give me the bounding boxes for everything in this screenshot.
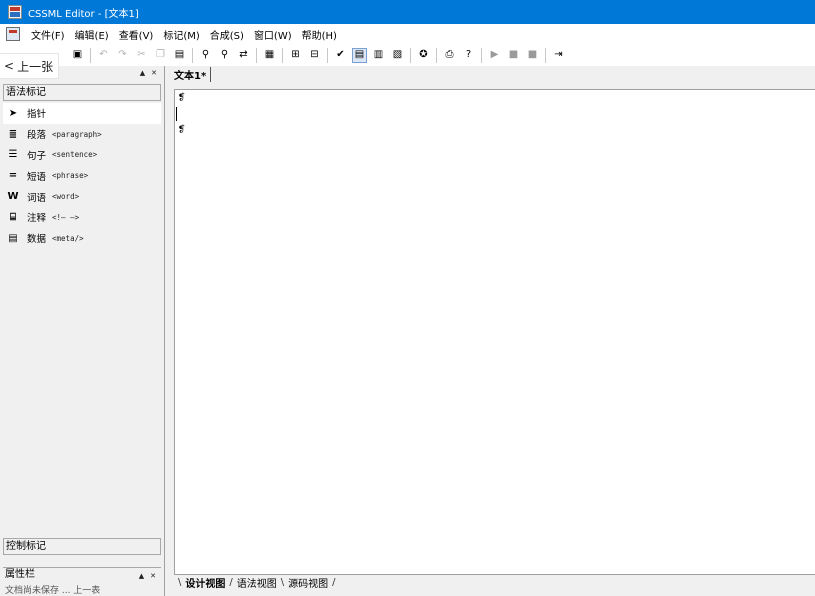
tab-syntax-view[interactable]: 语法视图	[233, 575, 281, 590]
properties-controls: ▲ ✕	[139, 570, 156, 583]
markup-item-tag: <paragraph>	[52, 129, 102, 139]
tab-design-view[interactable]: 设计视图	[181, 575, 229, 590]
insert-tag-icon[interactable]: ⊞	[288, 48, 303, 63]
markup-item-paragraph[interactable]: ≣ 段落 <paragraph>	[3, 124, 161, 145]
toolbar: ▣ ↶ ↷ ✂ ❐ ▤ ⚲ ⚲ ⇄ ▦ ⊞ ⊟ ✔ ▤ ▥ ▧ ✪ ⎙ ? ▶ …	[0, 44, 815, 66]
menu-edit[interactable]: 编辑(E)	[70, 27, 114, 42]
paragraph-start-marker-icon[interactable]: ❡	[176, 92, 187, 103]
menu-help[interactable]: 帮助(H)	[297, 27, 342, 42]
toolbar-separator	[436, 47, 437, 63]
markup-item-label: 指针	[27, 109, 47, 121]
markup-item-meta[interactable]: ▤ 数据 <meta/>	[3, 228, 161, 249]
syntax-view-icon[interactable]: ▥	[371, 48, 386, 63]
properties-header: 属性栏 ▲ ✕	[3, 567, 161, 581]
sentence-icon: ☰	[8, 149, 18, 161]
markup-item-label: 注释	[27, 213, 47, 225]
control-markup-section[interactable]: 控制标记	[3, 538, 161, 555]
menu-markup[interactable]: 标记(M)	[158, 27, 204, 42]
syntax-markup-section[interactable]: 语法标记	[3, 84, 161, 101]
text-caret	[176, 107, 177, 121]
properties-title: 属性栏	[5, 569, 35, 580]
tools-icon[interactable]: ✪	[416, 48, 431, 63]
meta-icon: ▤	[8, 232, 18, 244]
properties-row: 文档尚未保存 ... 上一表	[5, 586, 101, 596]
properties-icon[interactable]: ▦	[262, 48, 277, 63]
markup-item-tag: <meta/>	[52, 233, 84, 243]
markup-panel: ▲ ✕ 语法标记 ➤ 指针 ≣ 段落 <paragraph> ☰ 句子 <sen…	[0, 66, 165, 596]
menu-file[interactable]: 文件(F)	[26, 27, 70, 42]
markup-item-label: 句子	[27, 150, 47, 162]
markup-item-phrase[interactable]: = 短语 <phrase>	[3, 165, 161, 186]
check-syntax-icon[interactable]: ✔	[333, 48, 348, 63]
menu-window[interactable]: 窗口(W)	[249, 27, 297, 42]
paragraph-end-marker-icon[interactable]: ❡	[176, 124, 187, 135]
pointer-icon: ➤	[8, 107, 18, 119]
print-icon[interactable]: ⎙	[442, 48, 457, 63]
tab-source-view[interactable]: 源码视图	[284, 575, 332, 590]
export-icon[interactable]: ⇥	[551, 48, 566, 63]
paste-icon[interactable]: ▤	[172, 48, 187, 63]
panel-close-icon[interactable]: ✕	[151, 69, 157, 77]
toolbar-separator	[90, 47, 91, 63]
chevron-left-icon: <	[4, 59, 15, 73]
document-tab-bar: 文本1*	[168, 66, 815, 82]
markup-list: ➤ 指针 ≣ 段落 <paragraph> ☰ 句子 <sentence> = …	[3, 103, 161, 249]
design-editor[interactable]: ❡ ❡	[174, 89, 815, 574]
toolbar-separator	[282, 47, 283, 63]
document-tab[interactable]: 文本1*	[174, 67, 212, 82]
properties-close-icon[interactable]: ✕	[150, 570, 156, 583]
markup-item-tag: <word>	[52, 192, 80, 202]
menu-bar: 文件(F) 编辑(E) 查看(V) 标记(M) 合成(S) 窗口(W) 帮助(H…	[0, 24, 815, 44]
pause-icon[interactable]: ■	[506, 48, 521, 63]
toolbar-separator	[327, 47, 328, 63]
markup-item-tag: <sentence>	[52, 150, 98, 160]
phrase-icon: =	[8, 170, 18, 182]
window-title: CSSML Editor - [文本1]	[28, 8, 139, 20]
word-icon: W	[7, 191, 19, 203]
template-icon[interactable]: ⊟	[307, 48, 322, 63]
source-view-icon[interactable]: ▧	[390, 48, 405, 63]
toolbar-separator	[256, 47, 257, 63]
undo-icon[interactable]: ↶	[96, 48, 111, 63]
title-bar: CSSML Editor - [文本1]	[0, 0, 815, 24]
previous-label: 上一张	[17, 59, 54, 74]
help-icon[interactable]: ?	[461, 48, 476, 63]
comment-icon: ⌸	[10, 211, 16, 223]
markup-item-label: 词语	[27, 192, 47, 204]
menu-synthesis[interactable]: 合成(S)	[205, 27, 249, 42]
replace-icon[interactable]: ⇄	[236, 48, 251, 63]
find-next-icon[interactable]: ⚲	[217, 48, 232, 63]
toolbar-separator	[192, 47, 193, 63]
panel-collapse-icon[interactable]: ▲	[140, 69, 145, 77]
redo-icon[interactable]: ↷	[115, 48, 130, 63]
markup-item-tag: <!— —>	[52, 212, 80, 222]
previous-button[interactable]: < 上一张	[0, 54, 58, 78]
markup-item-pointer[interactable]: ➤ 指针	[3, 103, 161, 124]
markup-item-label: 短语	[27, 171, 47, 183]
paragraph-icon: ≣	[8, 128, 18, 140]
find-icon[interactable]: ⚲	[198, 48, 213, 63]
save-all-icon[interactable]: ▣	[70, 48, 85, 63]
markup-item-comment[interactable]: ⌸ 注释 <!— —>	[3, 207, 161, 228]
design-view-icon[interactable]: ▤	[352, 47, 367, 63]
toolbar-separator	[545, 47, 546, 63]
menu-view[interactable]: 查看(V)	[114, 27, 159, 42]
markup-item-word[interactable]: W 词语 <word>	[3, 186, 161, 207]
markup-item-tag: <phrase>	[52, 171, 89, 181]
view-tabs: \ 设计视图 / 语法视图 \ 源码视图 /	[174, 574, 815, 590]
markup-item-label: 数据	[27, 234, 47, 246]
app-icon	[8, 5, 22, 19]
document-menu-icon[interactable]	[6, 27, 20, 41]
stop-icon[interactable]: ■	[525, 48, 540, 63]
play-icon[interactable]: ▶	[487, 48, 502, 63]
tab-divider: /	[332, 577, 336, 588]
panel-controls: ▲ ✕	[140, 69, 157, 77]
cut-icon[interactable]: ✂	[134, 48, 149, 63]
toolbar-separator	[410, 47, 411, 63]
toolbar-separator	[481, 47, 482, 63]
markup-item-label: 段落	[27, 130, 47, 142]
properties-collapse-icon[interactable]: ▲	[139, 570, 144, 583]
copy-icon[interactable]: ❐	[153, 48, 168, 63]
markup-item-sentence[interactable]: ☰ 句子 <sentence>	[3, 145, 161, 166]
